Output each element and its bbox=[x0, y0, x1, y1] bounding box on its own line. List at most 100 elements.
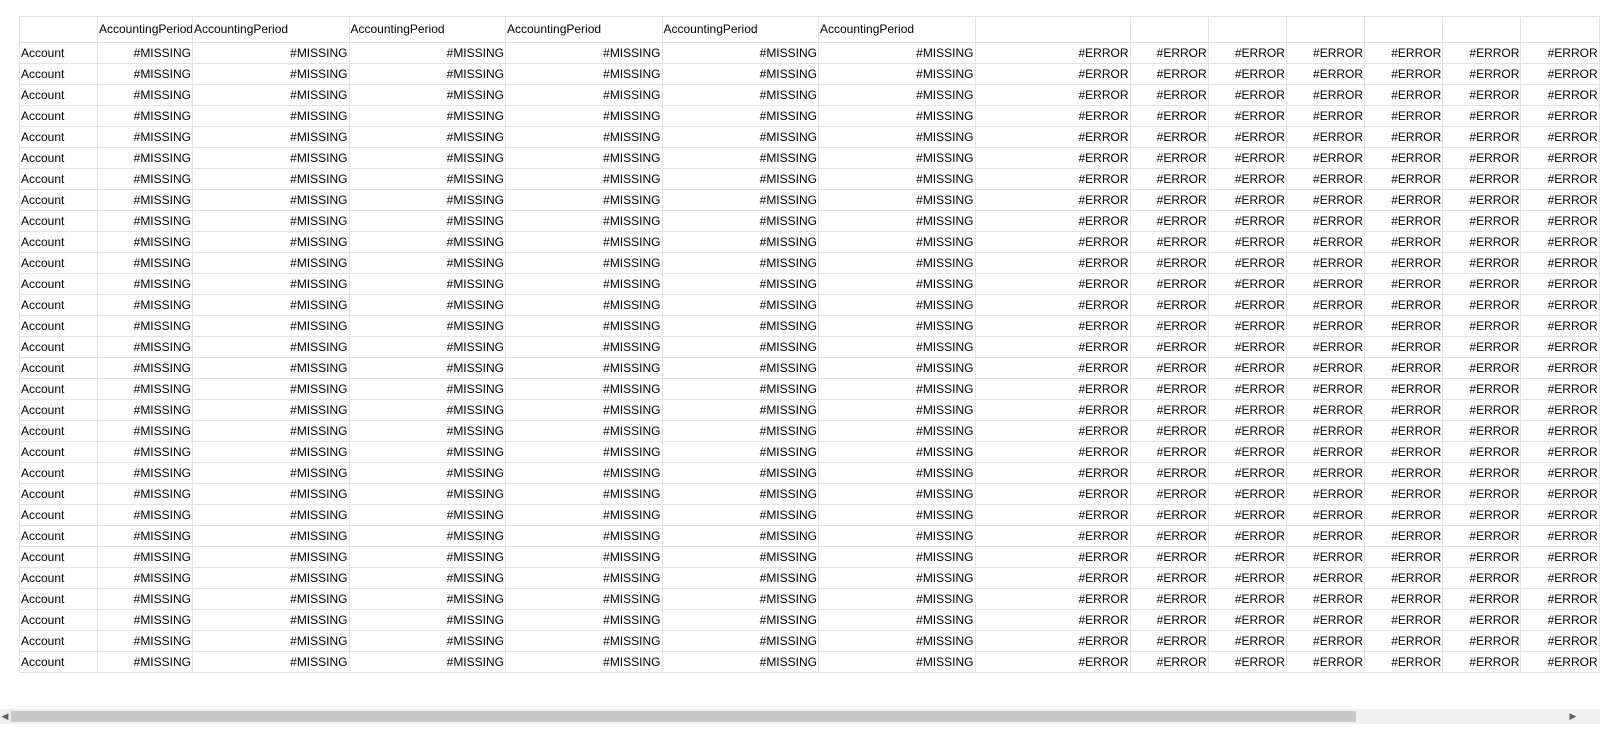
cell-error[interactable]: #ERROR bbox=[1364, 462, 1444, 484]
cell-error[interactable]: #ERROR bbox=[1364, 378, 1444, 400]
cell-error[interactable]: #ERROR bbox=[1129, 252, 1209, 274]
cell-error[interactable]: #ERROR bbox=[1442, 147, 1522, 169]
cell-missing[interactable]: #MISSING bbox=[192, 441, 350, 463]
cell-error[interactable]: #ERROR bbox=[1364, 168, 1444, 190]
cell-error[interactable]: #ERROR bbox=[974, 588, 1131, 610]
cell-missing[interactable]: #MISSING bbox=[505, 84, 663, 106]
cell-error[interactable]: #ERROR bbox=[974, 399, 1131, 421]
row-header-account[interactable]: Account bbox=[19, 651, 98, 673]
cell-error[interactable]: #ERROR bbox=[1364, 63, 1444, 85]
cell-error[interactable]: #ERROR bbox=[1364, 441, 1444, 463]
cell-error[interactable]: #ERROR bbox=[1442, 126, 1522, 148]
cell-error[interactable]: #ERROR bbox=[1364, 189, 1444, 211]
cell-missing[interactable]: #MISSING bbox=[818, 420, 976, 442]
cell-error[interactable]: #ERROR bbox=[974, 567, 1131, 589]
cell-error[interactable]: #ERROR bbox=[1207, 336, 1287, 358]
cell-error[interactable]: #ERROR bbox=[1129, 84, 1209, 106]
cell-missing[interactable]: #MISSING bbox=[661, 273, 819, 295]
cell-missing[interactable]: #MISSING bbox=[661, 504, 819, 526]
cell-missing[interactable]: #MISSING bbox=[818, 567, 976, 589]
column-header-period[interactable]: AccountingPeriod bbox=[97, 16, 193, 43]
cell-error[interactable]: #ERROR bbox=[1442, 588, 1522, 610]
empty-header-cell[interactable] bbox=[1364, 16, 1444, 43]
cell-missing[interactable]: #MISSING bbox=[818, 252, 976, 274]
cell-error[interactable]: #ERROR bbox=[1129, 105, 1209, 127]
cell-error[interactable]: #ERROR bbox=[1129, 168, 1209, 190]
cell-error[interactable]: #ERROR bbox=[1129, 273, 1209, 295]
cell-error[interactable]: #ERROR bbox=[1520, 168, 1600, 190]
cell-missing[interactable]: #MISSING bbox=[192, 63, 350, 85]
cell-error[interactable]: #ERROR bbox=[1129, 378, 1209, 400]
cell-error[interactable]: #ERROR bbox=[974, 630, 1131, 652]
cell-error[interactable]: #ERROR bbox=[1520, 189, 1600, 211]
cell-error[interactable]: #ERROR bbox=[1364, 630, 1444, 652]
cell-error[interactable]: #ERROR bbox=[974, 378, 1131, 400]
cell-missing[interactable]: #MISSING bbox=[97, 378, 193, 400]
cell-missing[interactable]: #MISSING bbox=[505, 567, 663, 589]
cell-error[interactable]: #ERROR bbox=[1285, 651, 1366, 673]
cell-error[interactable]: #ERROR bbox=[1364, 483, 1444, 505]
cell-missing[interactable]: #MISSING bbox=[661, 315, 819, 337]
cell-error[interactable]: #ERROR bbox=[1520, 315, 1600, 337]
empty-header-cell[interactable] bbox=[1129, 16, 1209, 43]
cell-missing[interactable]: #MISSING bbox=[97, 420, 193, 442]
cell-error[interactable]: #ERROR bbox=[1285, 273, 1366, 295]
row-header-account[interactable]: Account bbox=[19, 336, 98, 358]
cell-error[interactable]: #ERROR bbox=[974, 231, 1131, 253]
cell-error[interactable]: #ERROR bbox=[974, 84, 1131, 106]
row-header-account[interactable]: Account bbox=[19, 357, 98, 379]
cell-missing[interactable]: #MISSING bbox=[818, 630, 976, 652]
cell-error[interactable]: #ERROR bbox=[1285, 84, 1366, 106]
cell-missing[interactable]: #MISSING bbox=[97, 126, 193, 148]
cell-missing[interactable]: #MISSING bbox=[348, 588, 506, 610]
cell-error[interactable]: #ERROR bbox=[1442, 168, 1522, 190]
cell-error[interactable]: #ERROR bbox=[1364, 609, 1444, 631]
cell-error[interactable]: #ERROR bbox=[974, 420, 1131, 442]
cell-error[interactable]: #ERROR bbox=[1442, 483, 1522, 505]
cell-missing[interactable]: #MISSING bbox=[192, 189, 350, 211]
cell-missing[interactable]: #MISSING bbox=[505, 630, 663, 652]
cell-error[interactable]: #ERROR bbox=[1207, 630, 1287, 652]
cell-error[interactable]: #ERROR bbox=[1442, 441, 1522, 463]
cell-error[interactable]: #ERROR bbox=[1207, 357, 1287, 379]
cell-error[interactable]: #ERROR bbox=[1207, 294, 1287, 316]
cell-missing[interactable]: #MISSING bbox=[818, 378, 976, 400]
cell-missing[interactable]: #MISSING bbox=[348, 105, 506, 127]
cell-error[interactable]: #ERROR bbox=[974, 63, 1131, 85]
cell-error[interactable]: #ERROR bbox=[1520, 588, 1600, 610]
cell-error[interactable]: #ERROR bbox=[1285, 336, 1366, 358]
cell-error[interactable]: #ERROR bbox=[1129, 315, 1209, 337]
cell-missing[interactable]: #MISSING bbox=[192, 336, 350, 358]
cell-missing[interactable]: #MISSING bbox=[818, 315, 976, 337]
cell-missing[interactable]: #MISSING bbox=[348, 357, 506, 379]
cell-missing[interactable]: #MISSING bbox=[661, 63, 819, 85]
cell-missing[interactable]: #MISSING bbox=[661, 168, 819, 190]
cell-missing[interactable]: #MISSING bbox=[97, 84, 193, 106]
cell-error[interactable]: #ERROR bbox=[1129, 441, 1209, 463]
cell-error[interactable]: #ERROR bbox=[1207, 504, 1287, 526]
cell-error[interactable]: #ERROR bbox=[1129, 357, 1209, 379]
cell-error[interactable]: #ERROR bbox=[1285, 294, 1366, 316]
cell-error[interactable]: #ERROR bbox=[1520, 336, 1600, 358]
cell-error[interactable]: #ERROR bbox=[1364, 147, 1444, 169]
cell-error[interactable]: #ERROR bbox=[1520, 420, 1600, 442]
cell-missing[interactable]: #MISSING bbox=[348, 147, 506, 169]
cell-error[interactable]: #ERROR bbox=[1285, 588, 1366, 610]
cell-error[interactable]: #ERROR bbox=[1207, 609, 1287, 631]
cell-error[interactable]: #ERROR bbox=[974, 315, 1131, 337]
cell-error[interactable]: #ERROR bbox=[1207, 252, 1287, 274]
cell-missing[interactable]: #MISSING bbox=[97, 210, 193, 232]
cell-missing[interactable]: #MISSING bbox=[192, 231, 350, 253]
cell-missing[interactable]: #MISSING bbox=[818, 273, 976, 295]
cell-error[interactable]: #ERROR bbox=[974, 252, 1131, 274]
cell-error[interactable]: #ERROR bbox=[1520, 84, 1600, 106]
cell-error[interactable]: #ERROR bbox=[1442, 462, 1522, 484]
cell-missing[interactable]: #MISSING bbox=[818, 336, 976, 358]
cell-error[interactable]: #ERROR bbox=[1442, 399, 1522, 421]
cell-error[interactable]: #ERROR bbox=[1285, 504, 1366, 526]
cell-error[interactable]: #ERROR bbox=[974, 105, 1131, 127]
cell-missing[interactable]: #MISSING bbox=[348, 441, 506, 463]
cell-missing[interactable]: #MISSING bbox=[505, 147, 663, 169]
cell-missing[interactable]: #MISSING bbox=[505, 126, 663, 148]
cell-error[interactable]: #ERROR bbox=[1285, 357, 1366, 379]
